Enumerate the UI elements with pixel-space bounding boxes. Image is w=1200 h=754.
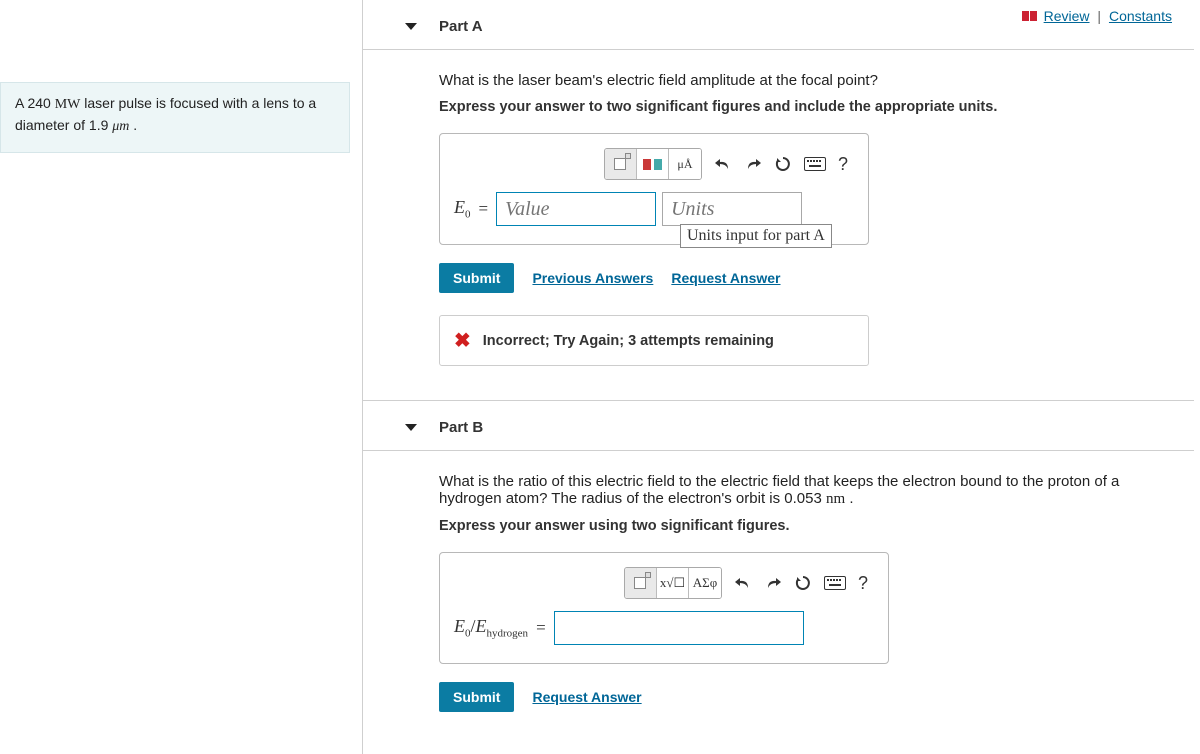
part-a-question: What is the laser beam's electric field …: [439, 72, 1170, 89]
part-b-body: What is the ratio of this electric field…: [363, 451, 1200, 712]
equals-sign: =: [534, 618, 548, 638]
main-column: Part A What is the laser beam's electric…: [362, 0, 1200, 754]
greek-picker-button[interactable]: ΑΣφ: [689, 568, 721, 598]
part-a-lhs: E0: [454, 197, 471, 221]
keyboard-icon[interactable]: [804, 157, 826, 171]
redo-icon[interactable]: [744, 156, 762, 172]
help-icon[interactable]: ?: [858, 573, 868, 594]
undo-icon[interactable]: [734, 575, 752, 591]
help-icon[interactable]: ?: [838, 154, 848, 175]
chevron-down-icon: [405, 23, 417, 30]
submit-button[interactable]: Submit: [439, 682, 514, 712]
part-b-input-row: E0/Ehydrogen =: [454, 611, 874, 645]
template-picker-icon[interactable]: [625, 568, 657, 598]
feedback-text: Incorrect; Try Again; 3 attempts remaini…: [483, 333, 774, 349]
incorrect-icon: ✖: [454, 328, 471, 353]
part-b-header[interactable]: Part B: [363, 400, 1194, 451]
part-a-instruction: Express your answer to two significant f…: [439, 99, 1170, 115]
units-tooltip: Units input for part A: [680, 224, 832, 248]
units-picker-button[interactable]: μÅ: [669, 149, 701, 179]
template-picker-icon[interactable]: [605, 149, 637, 179]
problem-statement: A 240 MW laser pulse is focused with a l…: [0, 82, 350, 153]
units-input[interactable]: [662, 192, 802, 226]
value-input[interactable]: [496, 192, 656, 226]
undo-icon[interactable]: [714, 156, 732, 172]
problem-text-3: .: [129, 117, 137, 133]
reset-icon[interactable]: [794, 574, 812, 592]
template-buttons-b: x√☐ ΑΣφ: [624, 567, 722, 599]
reset-icon[interactable]: [774, 155, 792, 173]
part-a-header[interactable]: Part A: [363, 0, 1194, 50]
diameter-unit: μm: [112, 119, 129, 134]
part-b-answer-panel: x√☐ ΑΣφ ?: [439, 552, 889, 664]
fraction-template-icon[interactable]: [637, 149, 669, 179]
request-answer-link[interactable]: Request Answer: [532, 689, 641, 705]
request-answer-link[interactable]: Request Answer: [671, 270, 780, 286]
problem-text-1: A 240: [15, 95, 55, 111]
part-a-toolbar: μÅ ?: [454, 148, 854, 180]
power-unit: MW: [55, 97, 81, 112]
part-b-instruction: Express your answer using two significan…: [439, 518, 1170, 534]
root-template-icon[interactable]: x√☐: [657, 568, 689, 598]
part-a-answer-panel: μÅ ? E0 =: [439, 133, 869, 245]
radius-unit: nm: [826, 491, 845, 507]
part-a-title: Part A: [439, 18, 483, 35]
part-b-title: Part B: [439, 419, 483, 436]
part-b-toolbar: x√☐ ΑΣφ ?: [454, 567, 874, 599]
part-a-input-row: E0 =: [454, 192, 854, 226]
previous-answers-link[interactable]: Previous Answers: [532, 270, 653, 286]
equals-sign: =: [477, 199, 491, 219]
part-b-question: What is the ratio of this electric field…: [439, 473, 1170, 508]
part-b-actions: Submit Request Answer: [439, 682, 1170, 712]
ratio-input[interactable]: [554, 611, 804, 645]
keyboard-icon[interactable]: [824, 576, 846, 590]
part-a-actions: Submit Previous Answers Request Answer: [439, 263, 1170, 293]
redo-icon[interactable]: [764, 575, 782, 591]
part-a-body: What is the laser beam's electric field …: [363, 50, 1200, 366]
feedback-box: ✖ Incorrect; Try Again; 3 attempts remai…: [439, 315, 869, 366]
part-b-lhs: E0/Ehydrogen: [454, 616, 528, 640]
template-buttons: μÅ: [604, 148, 702, 180]
submit-button[interactable]: Submit: [439, 263, 514, 293]
chevron-down-icon: [405, 424, 417, 431]
